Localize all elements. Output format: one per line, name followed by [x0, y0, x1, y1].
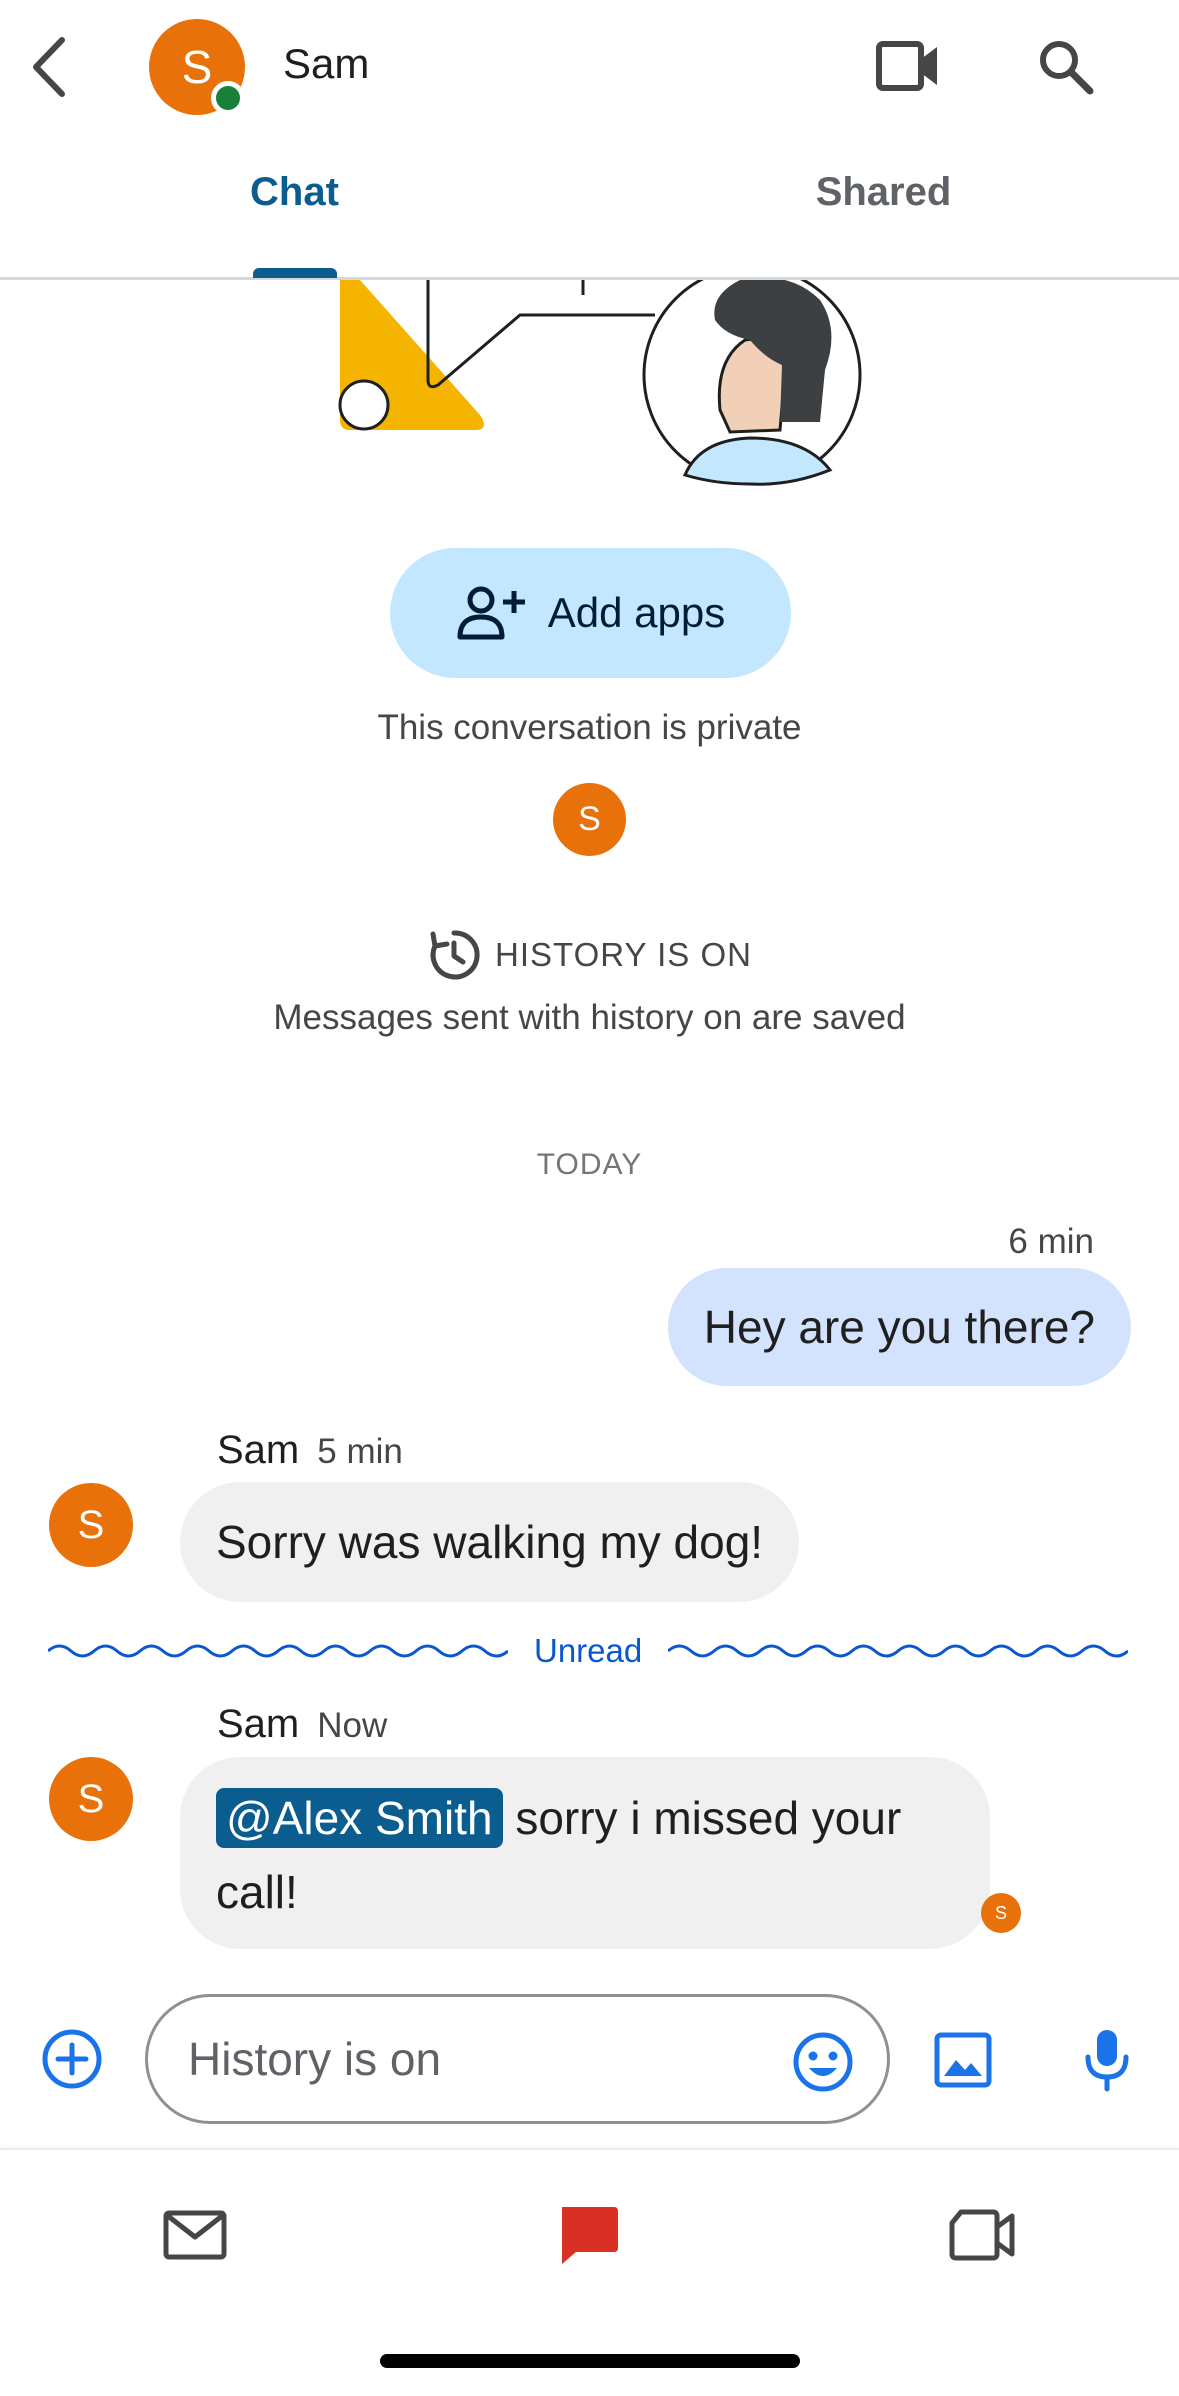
sender-avatar-initial: S [77, 1502, 105, 1547]
image-icon [934, 2032, 992, 2088]
message-header: Sam Now [217, 1702, 387, 1747]
contact-name[interactable]: Sam [283, 40, 369, 88]
sender-avatar-initial: S [77, 1776, 105, 1821]
add-attachment-button[interactable] [38, 2025, 106, 2093]
voice-message-button[interactable] [1072, 2020, 1142, 2100]
add-circle-icon [42, 2029, 102, 2089]
history-clock-icon [430, 930, 480, 980]
back-button[interactable] [14, 22, 84, 112]
app-header: S Sam Chat Shared [0, 0, 1179, 280]
unread-divider: Unread [48, 1631, 1132, 1671]
received-message-bubble[interactable]: @Alex Smith sorry i missed your call! [180, 1757, 990, 1949]
chevron-left-icon [33, 37, 65, 97]
sent-message-text: Hey are you there? [703, 1301, 1095, 1353]
add-apps-button[interactable]: Add apps [390, 548, 791, 678]
search-icon [1040, 41, 1094, 95]
microphone-icon [1085, 2030, 1129, 2092]
message-composer [145, 1994, 890, 2124]
wavy-line-right [668, 1644, 1129, 1658]
read-receipt-initial: S [994, 1902, 1007, 1923]
sender-avatar[interactable]: S [49, 1483, 133, 1567]
user-mention-chip[interactable]: @Alex Smith [216, 1788, 503, 1848]
sender-name: Sam [217, 1702, 300, 1746]
member-avatar[interactable]: S [553, 783, 626, 856]
video-camera-icon [876, 41, 937, 91]
history-status: HISTORY IS ON [0, 928, 1179, 982]
sent-message-bubble[interactable]: Hey are you there? [667, 1268, 1131, 1386]
insert-image-button[interactable] [928, 2025, 998, 2095]
video-call-button[interactable] [868, 26, 948, 106]
sender-name: Sam [217, 1428, 300, 1472]
mail-icon [163, 2210, 227, 2260]
unread-label: Unread [534, 1632, 643, 1669]
read-receipt-avatar: S [981, 1893, 1021, 1933]
day-divider: TODAY [536, 1148, 643, 1181]
person-add-icon [457, 586, 525, 640]
active-tab-indicator [253, 268, 337, 278]
emoji-button[interactable] [788, 2027, 858, 2097]
add-apps-label: Add apps [547, 589, 726, 636]
chat-icon [562, 2207, 618, 2264]
emoji-icon [793, 2032, 853, 2092]
sender-avatar[interactable]: S [49, 1757, 133, 1841]
online-status-indicator [211, 81, 245, 115]
message-time: 5 min [317, 1432, 403, 1471]
nav-meet-button[interactable] [927, 2190, 1037, 2280]
tab-shared[interactable]: Shared [589, 170, 1178, 280]
nav-mail-button[interactable] [140, 2190, 250, 2280]
search-button[interactable] [1025, 26, 1105, 106]
meet-icon [949, 2209, 1015, 2261]
tab-chat-label: Chat [250, 170, 339, 214]
received-message-text: Sorry was walking my dog! [216, 1516, 764, 1568]
contact-avatar-initial: S [181, 41, 213, 93]
tab-shared-label: Shared [815, 170, 952, 214]
private-conversation-text: This conversation is private [377, 708, 802, 747]
received-message-bubble[interactable]: Sorry was walking my dog! [180, 1482, 800, 1602]
history-description: Messages sent with history on are saved [273, 998, 906, 1037]
member-avatar-initial: S [578, 800, 601, 838]
wavy-line-left [48, 1644, 508, 1658]
message-time: Now [317, 1706, 388, 1745]
nav-chat-button[interactable] [533, 2190, 643, 2280]
tab-chat[interactable]: Chat [0, 170, 589, 280]
history-label: HISTORY IS ON [495, 936, 752, 973]
message-input[interactable] [188, 1997, 748, 2121]
sent-message-time: 6 min [1008, 1222, 1094, 1261]
message-header: Sam 5 min [217, 1428, 403, 1473]
home-indicator[interactable] [380, 2354, 800, 2368]
